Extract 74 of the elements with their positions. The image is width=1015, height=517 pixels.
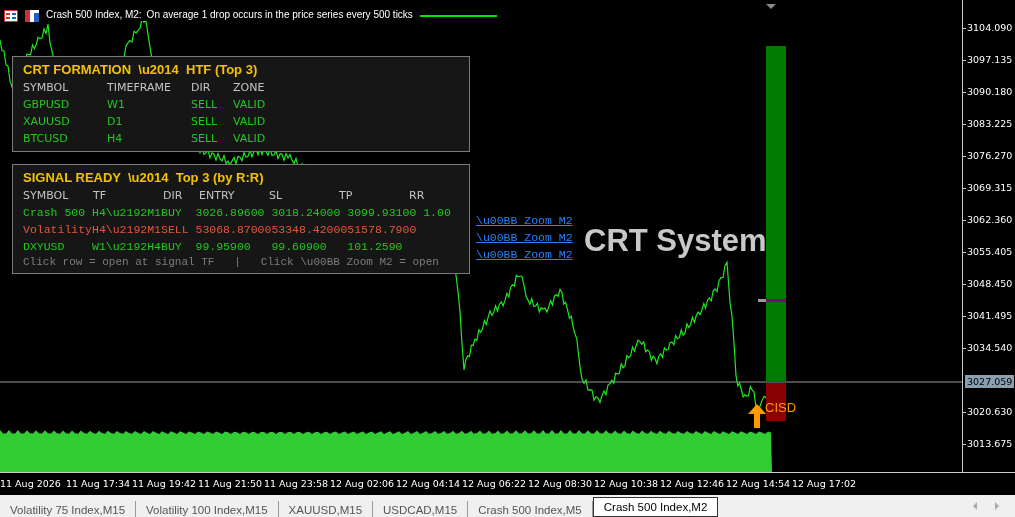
time-label: 12 Aug 10:38 (594, 477, 660, 491)
column-header: ZONE (233, 80, 266, 96)
scroll-arrows-icon (971, 501, 1001, 511)
price-label: 3020.630 (967, 406, 1013, 418)
chart-tab[interactable]: XAUUSD,M15 (278, 501, 374, 517)
price-label: 3104.090 (967, 22, 1013, 34)
column-header: DIR (163, 188, 184, 204)
time-label: 11 Aug 2026 (0, 477, 62, 491)
chart-tab[interactable]: Crash 500 Index,M2 (592, 497, 719, 517)
column-header: SL (269, 188, 284, 204)
table-cell-text: VALID (233, 97, 267, 113)
column-header: SYMBOL (23, 80, 70, 96)
price-label: 3013.675 (967, 438, 1013, 450)
price-label: 3069.315 (967, 182, 1013, 194)
time-label: 12 Aug 06:22 (462, 477, 528, 491)
column-header: ENTRY (199, 188, 236, 204)
price-label: 3062.360 (967, 214, 1013, 226)
table-cell-text: W1 (107, 97, 126, 113)
table-cell-text: VALID (233, 131, 267, 147)
column-header: TF (93, 188, 108, 204)
panel-title: CRT FORMATION \u2014 HTF (Top 3) (23, 61, 259, 79)
price-label: 3048.450 (967, 278, 1013, 290)
column-header: TP (339, 188, 354, 204)
table-cell-text: H4 (107, 131, 124, 147)
column-header: TIMEFRAME (107, 80, 172, 96)
chart-tab[interactable]: Crash 500 Index,M5 (468, 501, 593, 517)
signal-row[interactable]: DXYUSD W1\u2192H4BUY 99.95900 99.60900 101.2590 (23, 238, 459, 255)
chart-tab[interactable]: Volatility 100 Index,M15 (136, 501, 279, 517)
price-label: 3034.540 (967, 342, 1013, 354)
time-label: 12 Aug 04:14 (396, 477, 462, 491)
price-label: 3083.225 (967, 118, 1013, 130)
price-label: 3055.405 (967, 246, 1013, 258)
column-header: RR (409, 188, 426, 204)
table-cell-text: SELL (191, 97, 219, 113)
window-icon (25, 10, 39, 22)
chart-tab[interactable]: USDCAD,M15 (373, 501, 469, 517)
price-label: 3041.495 (967, 310, 1013, 322)
panel-title: SIGNAL READY \u2014 Top 3 (by R:R) (23, 169, 265, 187)
chart-tab[interactable]: Volatility 75 Index,M15 (0, 501, 137, 517)
time-label: 11 Aug 23:58 (264, 477, 330, 491)
column-header: SYMBOL (23, 188, 70, 204)
time-label: 12 Aug 17:02 (792, 477, 858, 491)
zoom-link[interactable]: \u00BB Zoom M2 (476, 246, 573, 263)
current-price-label: 3027.059 (965, 375, 1015, 388)
time-label: 12 Aug 14:54 (726, 477, 792, 491)
zoom-link[interactable]: \u00BB Zoom M2 (476, 212, 573, 229)
level-marker (758, 299, 786, 302)
table-cell-text: GBPUSD (23, 97, 71, 113)
time-label: 11 Aug 19:42 (132, 477, 198, 491)
chart-description: On average 1 drop occurs in the price series every 500 ticks (146, 8, 413, 21)
time-label: 12 Aug 02:06 (330, 477, 396, 491)
up-arrow-icon (748, 404, 766, 428)
chart-title: Crash 500 Index, M2: (46, 8, 142, 21)
list-icon (4, 10, 18, 22)
time-label: 11 Aug 21:50 (198, 477, 264, 491)
price-label: 3097.135 (967, 54, 1013, 66)
table-cell-text: BTCUSD (23, 131, 69, 147)
price-label: 3090.180 (967, 86, 1013, 98)
table-cell-text: SELL (191, 114, 219, 130)
panel-footer: Click row = open at signal TF | Click \u00BB Zoom M2 = open (23, 255, 459, 269)
table-cell-text: VALID (233, 114, 267, 130)
table-cell-text: XAUUSD (23, 114, 71, 130)
table-cell-text: D1 (107, 114, 124, 130)
time-label: 11 Aug 17:34 (66, 477, 132, 491)
zoom-link[interactable]: \u00BB Zoom M2 (476, 229, 573, 246)
column-header: DIR (191, 80, 212, 96)
time-label: 12 Aug 08:30 (528, 477, 594, 491)
signal-row[interactable]: Crash 500 H4\u2192M1BUY 3026.89600 3018.24000 3099.93100 1.00 (23, 204, 459, 221)
shift-marker-icon (766, 4, 776, 9)
signal-row[interactable]: VolatilityH4\u2192M1SELL 53068.8700053348.4200051578.7900 (23, 221, 459, 238)
overlay-title: CRT System (584, 222, 767, 260)
table-cell-text: SELL (191, 131, 219, 147)
time-label: 12 Aug 12:46 (660, 477, 726, 491)
price-label: 3076.270 (967, 150, 1013, 162)
